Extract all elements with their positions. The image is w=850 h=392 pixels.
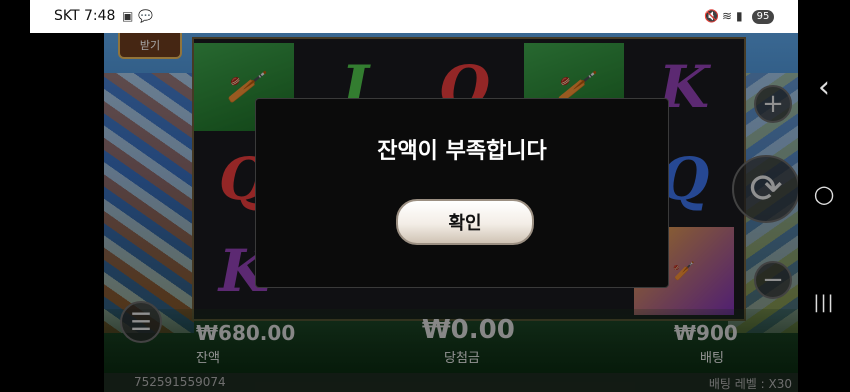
home-button[interactable]: ○ [798, 180, 850, 208]
status-bar: SKT 7:48 ▣ 💬 🔇 ≋ ▮ 95 [30, 0, 798, 33]
battery-indicator: 95 [752, 10, 774, 24]
chat-icon: 💬 [138, 9, 153, 23]
recents-button[interactable]: ||| [798, 292, 850, 313]
left-black-bar [0, 0, 30, 392]
screenshot-icon: ▣ [122, 9, 134, 23]
mute-icon: 🔇 [704, 9, 719, 23]
signal-icon: ▮ [736, 9, 743, 23]
insufficient-balance-dialog: 잔액이 부족합니다 확인 [255, 98, 669, 288]
confirm-button[interactable]: 확인 [396, 199, 534, 245]
wifi-icon: ≋ [722, 9, 733, 23]
android-nav-bar: ‹ ○ ||| [798, 0, 850, 392]
dialog-message: 잔액이 부족합니다 [377, 139, 547, 164]
back-button[interactable]: ‹ [798, 70, 850, 105]
status-time: SKT 7:48 [54, 8, 116, 24]
